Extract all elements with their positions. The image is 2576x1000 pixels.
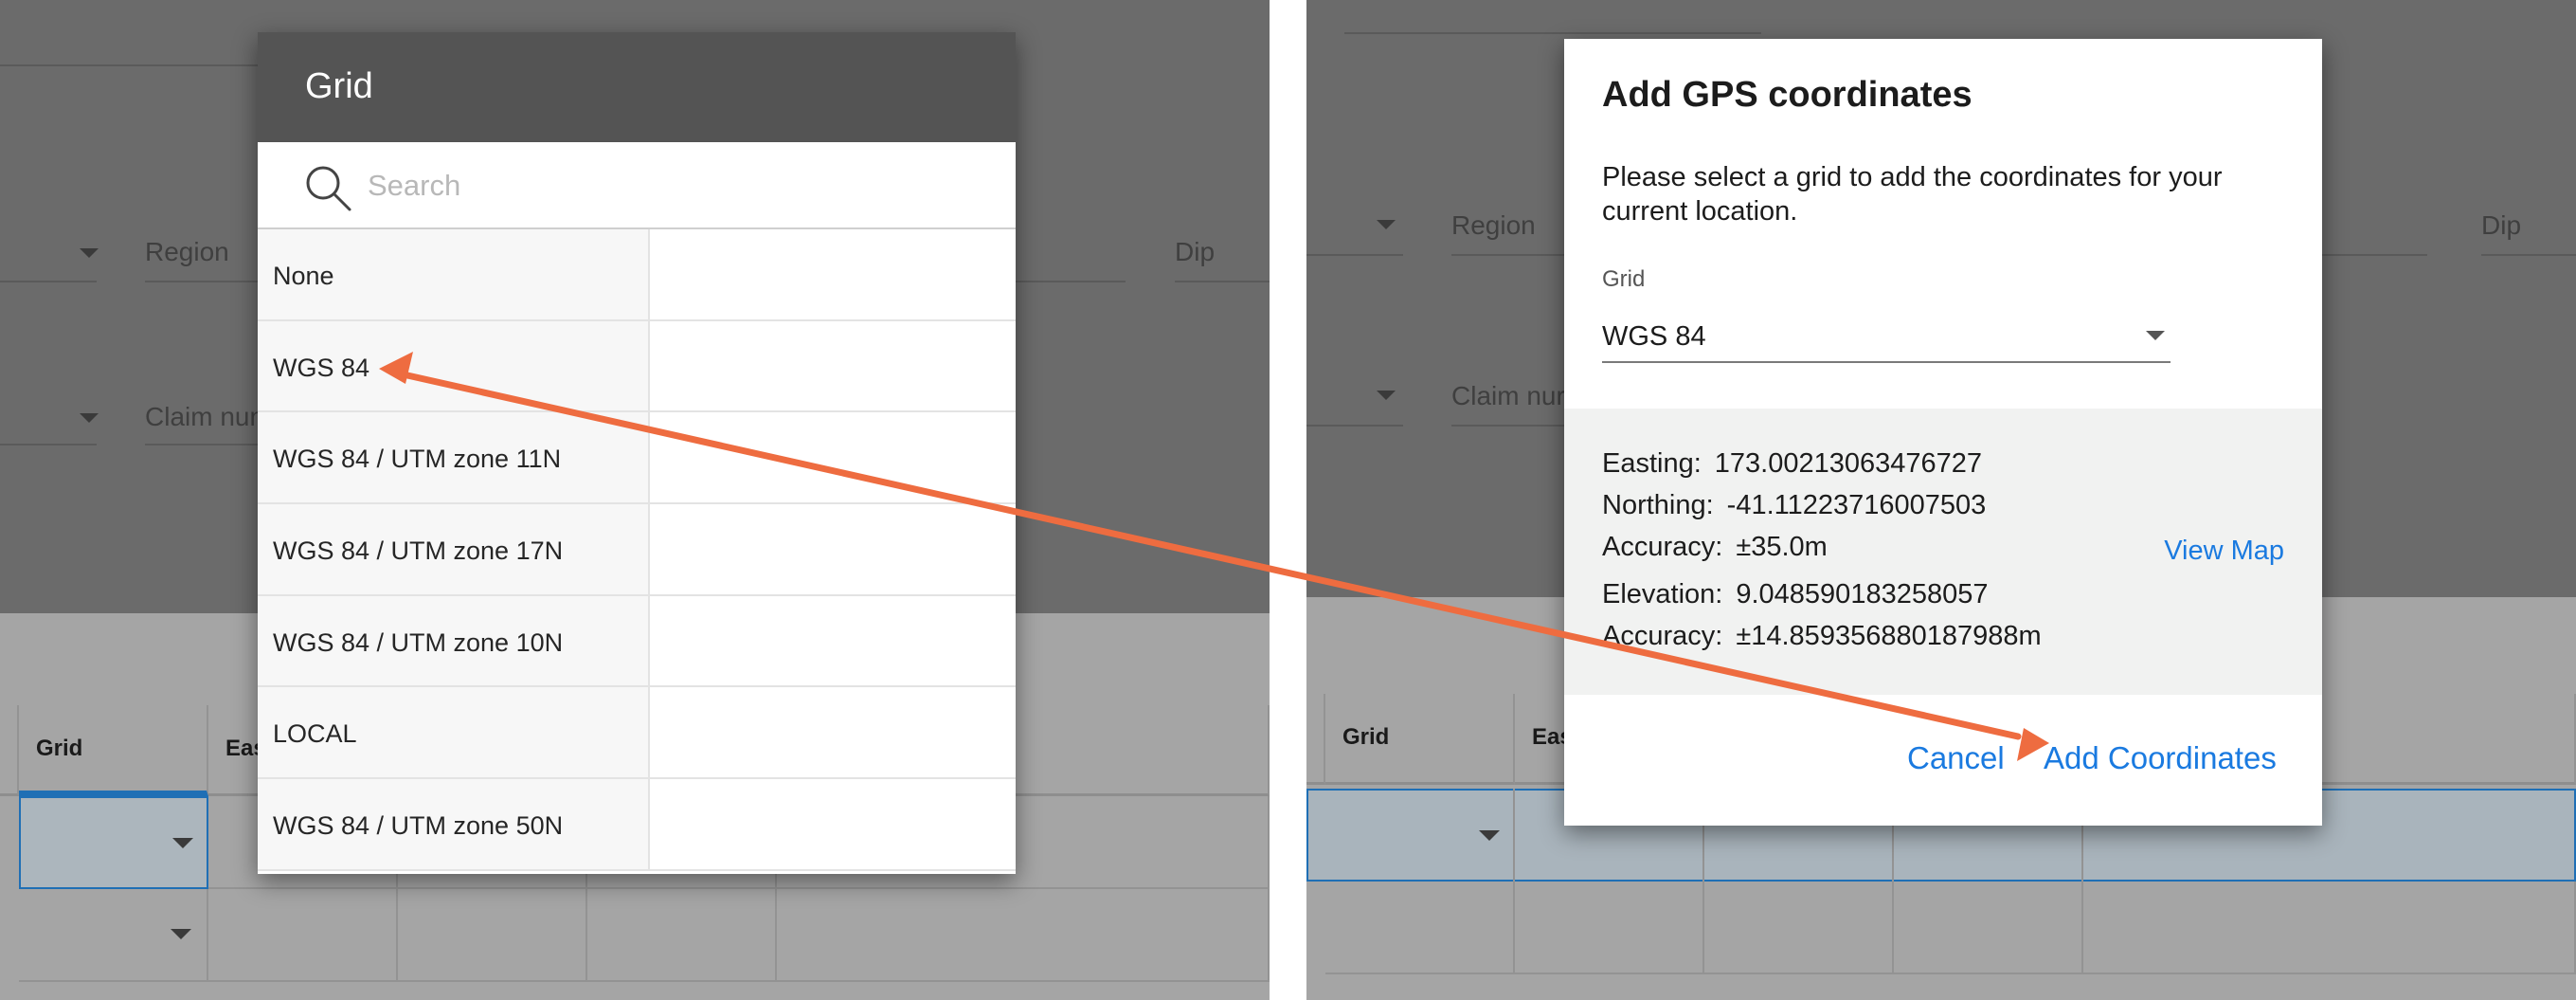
northing-value: -41.11223716007503 bbox=[1726, 490, 1987, 520]
accuracy-label: Accuracy: bbox=[1602, 532, 1723, 562]
chevron-down-icon bbox=[2146, 331, 2165, 340]
background-field-underline bbox=[1306, 254, 1403, 256]
region-field-label: Region bbox=[145, 237, 229, 266]
region-field-label: Region bbox=[1451, 210, 1536, 240]
chevron-down-icon bbox=[171, 929, 191, 939]
grid-dropdown-cell[interactable] bbox=[19, 889, 208, 982]
grid-option-wgs84[interactable]: WGS 84 bbox=[258, 320, 1016, 413]
grid-option-none[interactable]: None bbox=[258, 229, 1016, 321]
dialog-description: Please select a grid to add the coordina… bbox=[1602, 162, 2223, 227]
panel-divider bbox=[1270, 0, 1306, 1000]
claim-field-underline bbox=[1451, 425, 1575, 427]
claim-field-label: Claim nun bbox=[145, 402, 265, 431]
view-map-link[interactable]: View Map bbox=[2164, 536, 2284, 567]
grid-select[interactable]: WGS 84 bbox=[1602, 314, 2171, 363]
chevron-down-icon bbox=[1377, 220, 1396, 229]
table-header-cell bbox=[0, 705, 19, 796]
grid-option-local[interactable]: LOCAL bbox=[258, 687, 1016, 780]
add-coordinates-button[interactable]: Add Coordinates bbox=[2044, 740, 2277, 776]
table-cell[interactable] bbox=[777, 889, 1270, 982]
chevron-down-icon bbox=[80, 248, 99, 258]
claim-field-label: Claim nur bbox=[1451, 381, 1565, 410]
easting-label: Easting: bbox=[1602, 448, 1702, 479]
northing-row: Northing: -41.11223716007503 bbox=[1602, 490, 1986, 521]
dip-field-underline bbox=[1175, 281, 1270, 282]
accuracy-value: ±35.0m bbox=[1736, 532, 1828, 562]
grid-option-utm-11n[interactable]: WGS 84 / UTM zone 11N bbox=[258, 412, 1016, 505]
table-header-grid: Grid bbox=[1325, 694, 1515, 785]
table-cell[interactable] bbox=[2083, 882, 2576, 974]
dip-field-label: Dip bbox=[2481, 210, 2522, 240]
background-field-underline bbox=[1306, 425, 1403, 427]
table-cell[interactable] bbox=[1894, 882, 2083, 974]
elevation-accuracy-row: Accuracy: ±14.859356880187988m bbox=[1602, 621, 2042, 652]
table-cell[interactable] bbox=[1325, 882, 1515, 974]
add-gps-screenshot: Region Dip Claim nur Grid Eas Add GPS co… bbox=[1306, 0, 2576, 1000]
chevron-down-icon bbox=[80, 413, 99, 423]
picker-search-bar bbox=[258, 142, 1016, 229]
elevation-accuracy-value: ±14.859356880187988m bbox=[1736, 621, 2042, 651]
grid-option-utm-17n[interactable]: WGS 84 / UTM zone 17N bbox=[258, 504, 1016, 596]
accuracy-row: Accuracy: ±35.0m bbox=[1602, 532, 1828, 563]
background-field-underline bbox=[0, 64, 265, 66]
background-field-underline bbox=[0, 444, 97, 445]
add-gps-coordinates-dialog: Add GPS coordinates Please select a grid… bbox=[1564, 39, 2322, 826]
grid-select-value: WGS 84 bbox=[1602, 321, 1706, 352]
table-header-cell bbox=[1306, 694, 1325, 785]
elevation-value: 9.048590183258057 bbox=[1736, 579, 1989, 609]
chevron-down-icon bbox=[172, 838, 193, 848]
table-cell[interactable] bbox=[1515, 882, 1704, 974]
table-cell[interactable] bbox=[398, 889, 587, 982]
grid-picker-dialog: Grid None WGS 84 WGS 84 / UTM zone 11N W… bbox=[258, 32, 1016, 874]
table-cell[interactable] bbox=[1704, 882, 1894, 974]
easting-value: 173.00213063476727 bbox=[1714, 448, 1983, 479]
coordinates-panel: Easting: 173.00213063476727 Northing: -41.… bbox=[1564, 409, 2322, 695]
table-cell[interactable] bbox=[1325, 789, 1515, 882]
background-field-underline bbox=[1344, 32, 1761, 34]
elevation-label: Elevation: bbox=[1602, 579, 1723, 609]
dip-field-label: Dip bbox=[1175, 237, 1216, 266]
search-input[interactable] bbox=[368, 163, 974, 209]
search-icon bbox=[306, 166, 351, 211]
chevron-down-icon bbox=[1377, 391, 1396, 400]
easting-row: Easting: 173.00213063476727 bbox=[1602, 448, 1982, 480]
grid-option-utm-50n[interactable]: WGS 84 / UTM zone 50N bbox=[258, 779, 1016, 871]
grid-option-utm-10n[interactable]: WGS 84 / UTM zone 10N bbox=[258, 595, 1016, 688]
claim-field-underline bbox=[145, 444, 268, 445]
elevation-row: Elevation: 9.048590183258057 bbox=[1602, 579, 1988, 610]
background-field-underline bbox=[0, 281, 97, 282]
table-cell[interactable] bbox=[208, 889, 398, 982]
table-cell[interactable] bbox=[587, 889, 777, 982]
elevation-accuracy-label: Accuracy: bbox=[1602, 621, 1723, 651]
grid-dropdown-cell[interactable] bbox=[19, 796, 208, 889]
table-header-grid: Grid bbox=[19, 705, 208, 796]
dialog-title: Add GPS coordinates bbox=[1602, 75, 1973, 115]
northing-label: Northing: bbox=[1602, 490, 1714, 520]
grid-field-label: Grid bbox=[1602, 266, 1646, 292]
cancel-button[interactable]: Cancel bbox=[1907, 740, 2005, 776]
picker-title: Grid bbox=[258, 32, 1016, 142]
dip-field-underline bbox=[2481, 254, 2576, 256]
grid-picker-screenshot: Region Dip Claim nun Grid Eas Grid None … bbox=[0, 0, 1270, 1000]
